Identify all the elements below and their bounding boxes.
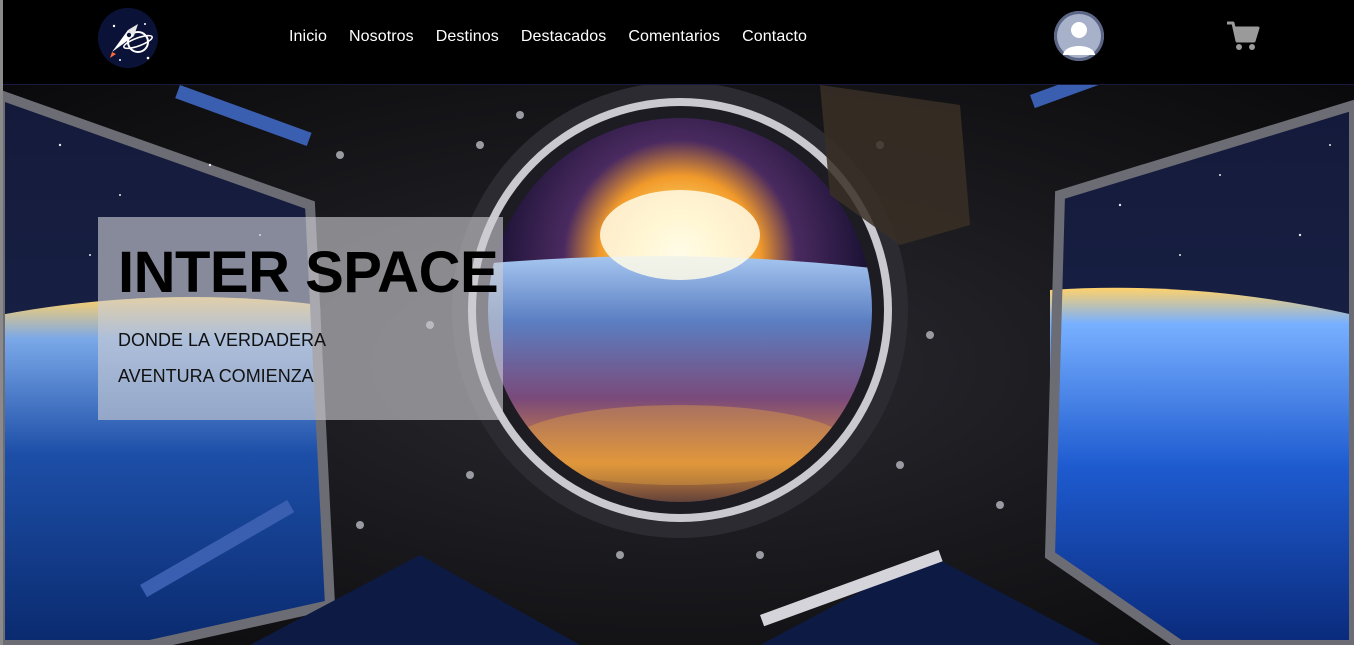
nav-link-destacados[interactable]: Destacados [521,28,607,45]
page: Inicio Nosotros Destinos Destacados Come… [0,0,1354,645]
hero-section: INTER SPACE DONDE LA VERDADERA AVENTURA … [0,85,1354,645]
user-avatar-icon [1054,11,1104,61]
nav-link-nosotros[interactable]: Nosotros [349,28,414,45]
navbar: Inicio Nosotros Destinos Destacados Come… [0,0,1354,85]
nav-link-contacto[interactable]: Contacto [742,28,807,45]
nav-link-destinos[interactable]: Destinos [436,28,499,45]
logo[interactable] [98,8,158,68]
hero-subtitle: DONDE LA VERDADERA AVENTURA COMIENZA [118,330,326,386]
main-menu: Inicio Nosotros Destinos Destacados Come… [289,28,829,46]
nav-link-comentarios[interactable]: Comentarios [628,28,720,45]
user-avatar[interactable] [1054,11,1104,61]
shopping-cart-icon [1227,21,1260,50]
rocket-planet-logo-icon [98,8,158,68]
window-edge [0,0,3,645]
cart-button[interactable] [1226,20,1260,52]
hero-card: INTER SPACE DONDE LA VERDADERA AVENTURA … [98,217,503,420]
hero-title: INTER SPACE [118,240,499,305]
nav-link-inicio[interactable]: Inicio [289,28,327,45]
